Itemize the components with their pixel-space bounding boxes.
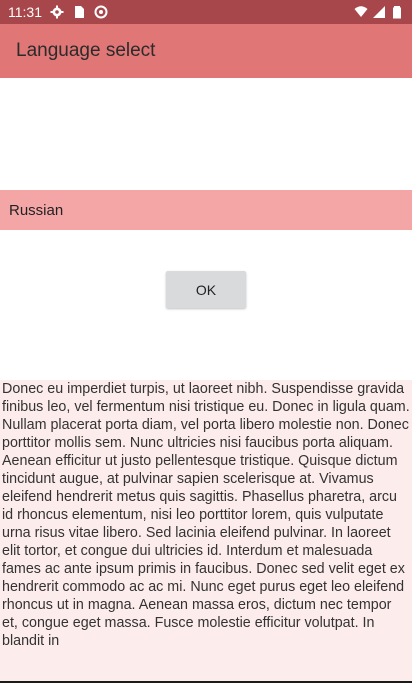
sync-icon <box>94 5 108 19</box>
battery-icon <box>393 6 401 19</box>
status-right <box>354 5 404 19</box>
text-panel: Donec eu imperdiet turpis, ut laoreet ni… <box>0 380 412 681</box>
app-bar: Language select <box>0 24 412 78</box>
signal-icon <box>373 6 385 18</box>
status-time: 11:31 <box>8 4 42 20</box>
wifi-icon <box>354 6 368 17</box>
app-title: Language select <box>16 40 156 61</box>
status-bar: 11:31 <box>0 0 412 24</box>
ok-button[interactable]: OK <box>166 271 246 308</box>
sim-card-icon <box>75 6 84 18</box>
gear-icon <box>50 5 64 19</box>
selected-language-label: Russian <box>9 201 64 219</box>
body-paragraph: Donec eu imperdiet turpis, ut laoreet ni… <box>2 381 410 649</box>
language-selector[interactable]: Russian <box>0 190 412 230</box>
status-left: 11:31 <box>8 4 108 20</box>
